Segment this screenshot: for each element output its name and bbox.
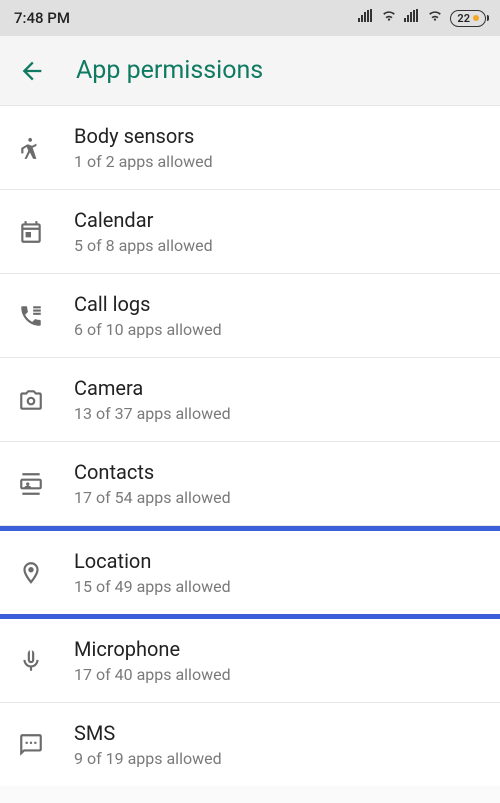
permission-body-sensors[interactable]: Body sensors 1 of 2 apps allowed	[0, 106, 500, 190]
permission-title: Calendar	[74, 208, 213, 232]
permission-text: Calendar 5 of 8 apps allowed	[74, 208, 213, 255]
signal-icon	[358, 9, 374, 27]
permission-call-logs[interactable]: Call logs 6 of 10 apps allowed	[0, 274, 500, 358]
permission-text: SMS 9 of 19 apps allowed	[74, 721, 222, 768]
permission-text: Call logs 6 of 10 apps allowed	[74, 292, 222, 339]
call-logs-icon	[18, 303, 74, 329]
permission-sub: 9 of 19 apps allowed	[74, 749, 222, 768]
permission-text: Microphone 17 of 40 apps allowed	[74, 637, 231, 684]
permission-sub: 17 of 54 apps allowed	[74, 488, 231, 507]
permission-contacts[interactable]: Contacts 17 of 54 apps allowed	[0, 442, 500, 526]
page-title: App permissions	[76, 56, 263, 85]
permission-calendar[interactable]: Calendar 5 of 8 apps allowed	[0, 190, 500, 274]
permission-sms[interactable]: SMS 9 of 19 apps allowed	[0, 703, 500, 786]
camera-icon	[18, 387, 74, 413]
permissions-list: Body sensors 1 of 2 apps allowed Calenda…	[0, 106, 500, 786]
back-button[interactable]	[18, 57, 46, 85]
wifi-icon	[380, 9, 398, 27]
permission-title: Body sensors	[74, 124, 213, 148]
signal-icon-2	[404, 9, 420, 27]
body-sensors-icon	[18, 135, 74, 161]
permission-sub: 15 of 49 apps allowed	[74, 577, 231, 596]
permission-text: Location 15 of 49 apps allowed	[74, 549, 231, 596]
permission-microphone[interactable]: Microphone 17 of 40 apps allowed	[0, 619, 500, 703]
permission-title: SMS	[74, 721, 222, 745]
permission-text: Contacts 17 of 54 apps allowed	[74, 460, 231, 507]
status-time: 7:48 PM	[14, 9, 70, 27]
status-right: 22	[358, 9, 486, 27]
battery-indicator: 22	[450, 10, 486, 27]
permission-sub: 13 of 37 apps allowed	[74, 404, 231, 423]
contacts-icon	[18, 471, 74, 497]
permission-sub: 1 of 2 apps allowed	[74, 152, 213, 171]
permission-text: Body sensors 1 of 2 apps allowed	[74, 124, 213, 171]
permission-sub: 5 of 8 apps allowed	[74, 236, 213, 255]
permission-title: Contacts	[74, 460, 231, 484]
permission-sub: 6 of 10 apps allowed	[74, 320, 222, 339]
calendar-icon	[18, 219, 74, 245]
status-bar: 7:48 PM 22	[0, 0, 500, 36]
permission-sub: 17 of 40 apps allowed	[74, 665, 231, 684]
location-icon	[18, 560, 74, 586]
permission-title: Location	[74, 549, 231, 573]
battery-value: 22	[457, 12, 470, 25]
permission-camera[interactable]: Camera 13 of 37 apps allowed	[0, 358, 500, 442]
permission-title: Call logs	[74, 292, 222, 316]
microphone-icon	[18, 648, 74, 674]
permission-title: Microphone	[74, 637, 231, 661]
permission-location[interactable]: Location 15 of 49 apps allowed	[0, 526, 500, 619]
permission-text: Camera 13 of 37 apps allowed	[74, 376, 231, 423]
sms-icon	[18, 732, 74, 758]
battery-dot-icon	[473, 15, 479, 21]
app-header: App permissions	[0, 36, 500, 106]
permission-title: Camera	[74, 376, 231, 400]
wifi-icon-2	[426, 9, 444, 27]
